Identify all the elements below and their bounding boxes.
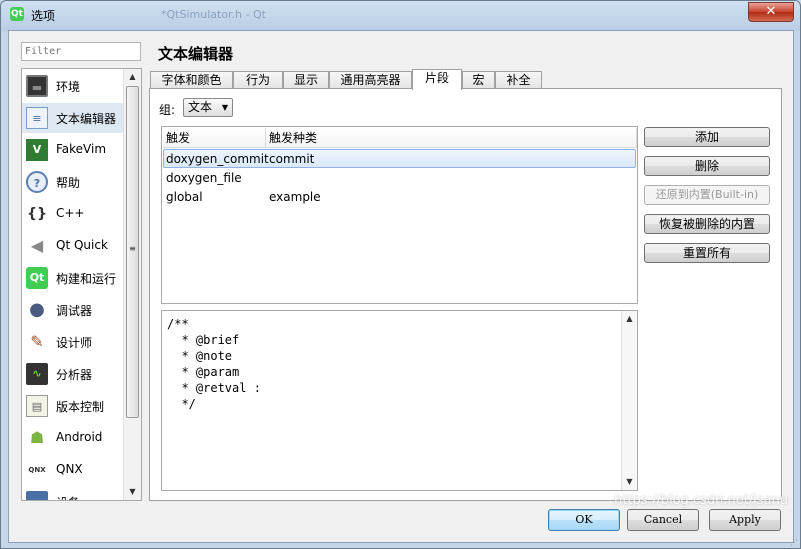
analyzer-icon: ∿ xyxy=(26,363,48,385)
category-scrollbar[interactable]: ▲ ≡ ▼ xyxy=(123,69,141,500)
sidebar-item[interactable]: V FakeVim xyxy=(22,135,123,165)
sidebar-item[interactable]: ◀ Qt Quick xyxy=(22,231,123,261)
cancel-button[interactable]: Cancel xyxy=(627,509,699,531)
table-row[interactable]: doxygen_file xyxy=(163,169,636,188)
sidebar-item-label: Android xyxy=(56,430,103,444)
scroll-down-arrow-icon[interactable]: ▼ xyxy=(124,484,141,500)
category-list: ▬ 环境 ≡ 文本编辑器 V FakeVim? 帮助 {} C++ ◀ Qt Quick Qt 构建和运… xyxy=(21,68,142,501)
filter-input[interactable] xyxy=(21,42,141,61)
sidebar-item[interactable]: ▤ 版本控制 xyxy=(22,391,123,421)
qnx-icon: QNX xyxy=(28,466,46,474)
sidebar-item-label: FakeVim xyxy=(56,142,107,156)
sidebar-item[interactable]: ● 调试器 xyxy=(22,295,123,325)
code-line: */ xyxy=(167,397,196,411)
sidebar-item[interactable]: ☗ Android xyxy=(22,423,123,453)
help-icon: ? xyxy=(26,171,48,193)
editor-scrollbar[interactable]: ▲ ▼ xyxy=(621,311,637,490)
sidebar-item-label: Qt Quick xyxy=(56,238,108,252)
code-line: * @note xyxy=(167,349,233,363)
sidebar-item[interactable]: ▬ 环境 xyxy=(22,71,123,101)
qt-quick-icon: ◀ xyxy=(30,236,44,255)
sidebar-item-label: 环境 xyxy=(56,80,81,94)
table-cell-trigger: doxygen_file xyxy=(166,171,242,185)
close-button[interactable]: ✕ xyxy=(748,2,794,22)
tab-display[interactable]: 显示 xyxy=(283,71,329,89)
background-window-title: *QtSimulator.h - Qt xyxy=(161,8,266,21)
tab-snippets[interactable]: 片段 xyxy=(412,69,462,90)
text-editor-icon: ≡ xyxy=(26,107,48,129)
scroll-up-arrow-icon[interactable]: ▲ xyxy=(124,69,141,85)
group-select[interactable]: 文本 ▼ xyxy=(183,98,233,117)
title-bar[interactable]: Qt 选项 *QtSimulator.h - Qt ✕ xyxy=(1,1,800,29)
ok-button[interactable]: OK xyxy=(548,509,620,531)
column-header-trigger-kind[interactable]: 触发种类 xyxy=(266,128,637,148)
debugger-icon: ● xyxy=(29,299,45,320)
qt-app-icon: Qt xyxy=(10,7,24,21)
table-cell-kind: example xyxy=(269,190,321,204)
monitor-icon: ▬ xyxy=(26,75,48,97)
fakevim-icon: V xyxy=(26,139,48,161)
revert-builtin-button[interactable]: 还原到内置(Built-in) xyxy=(644,185,770,205)
designer-icon: ✎ xyxy=(30,332,44,351)
group-select-value: 文本 xyxy=(188,100,213,114)
sidebar-item-label: 帮助 xyxy=(56,176,81,190)
add-button[interactable]: 添加 xyxy=(644,127,770,147)
table-cell-kind: commit xyxy=(269,152,315,166)
tab-macros[interactable]: 宏 xyxy=(462,71,495,89)
sidebar-item[interactable]: ? 帮助 xyxy=(22,167,123,197)
sidebar-item[interactable]: ✎ 设计师 xyxy=(22,327,123,357)
code-line: * @retval : xyxy=(167,381,261,395)
table-cell-trigger: global xyxy=(166,190,203,204)
chevron-down-icon: ▼ xyxy=(221,103,228,112)
sidebar-item[interactable]: ≡ 文本编辑器 xyxy=(22,103,123,133)
cpp-braces-icon: {} xyxy=(27,206,47,222)
android-icon: ☗ xyxy=(29,428,45,447)
column-header-trigger[interactable]: 触发 xyxy=(163,128,266,148)
scroll-up-arrow-icon[interactable]: ▲ xyxy=(622,311,637,327)
table-row[interactable]: global example xyxy=(163,188,636,207)
sidebar-item-label: C++ xyxy=(56,206,85,220)
remove-button[interactable]: 删除 xyxy=(644,156,770,176)
tab-behavior[interactable]: 行为 xyxy=(233,71,283,89)
sidebar-item-label: QNX xyxy=(56,462,83,476)
tab-fonts-colors[interactable]: 字体和颜色 xyxy=(150,71,233,89)
table-row[interactable]: doxygen_commit commit xyxy=(163,149,636,168)
scrollbar-grip-icon: ≡ xyxy=(129,244,136,253)
apply-button[interactable]: Apply xyxy=(709,509,781,531)
sidebar-item-label: 调试器 xyxy=(56,304,93,318)
code-line: * @brief xyxy=(167,333,240,347)
sidebar-item-label: 版本控制 xyxy=(56,400,105,414)
snippets-table: 触发 触发种类 doxygen_commit commit doxygen_fi… xyxy=(161,126,638,304)
options-dialog: Qt 选项 *QtSimulator.h - Qt ✕ ▬ 环境 ≡ 文本编辑器 V Fa… xyxy=(0,0,801,549)
version-control-icon: ▤ xyxy=(26,395,48,417)
table-cell-trigger: doxygen_commit xyxy=(166,152,269,166)
snippets-tab-pane: 组: 文本 ▼ 触发 触发种类 doxygen_commit commit do… xyxy=(149,88,782,501)
reset-all-button[interactable]: 重置所有 xyxy=(644,243,770,263)
dialog-client-area: ▬ 环境 ≡ 文本编辑器 V FakeVim? 帮助 {} C++ ◀ Qt Quick Qt 构建和运… xyxy=(8,30,794,543)
code-line: * @param xyxy=(167,365,240,379)
sidebar-item-label: 设备 xyxy=(56,494,80,500)
device-icon: ▭ xyxy=(26,491,48,500)
build-run-icon: Qt xyxy=(26,267,48,289)
restore-removed-builtins-button[interactable]: 恢复被删除的内置 xyxy=(644,214,770,234)
sidebar-item-label: 文本编辑器 xyxy=(56,112,117,126)
sidebar-item-label: 构建和运行 xyxy=(56,272,117,286)
tab-generic-highlighter[interactable]: 通用高亮器 xyxy=(329,71,412,89)
sidebar-item[interactable]: ∿ 分析器 xyxy=(22,359,123,389)
watermark: https://blog.csdn.net/jsanu xyxy=(614,493,788,508)
sidebar-item[interactable]: QNX QNX xyxy=(22,455,123,485)
window-title: 选项 xyxy=(31,9,56,23)
sidebar-item[interactable]: Qt 构建和运行 xyxy=(22,263,123,293)
code-line: /** xyxy=(167,317,189,331)
snippet-editor[interactable]: /** * @brief * @note * @param * @retval … xyxy=(161,310,638,491)
sidebar-item[interactable]: {} C++ xyxy=(22,199,123,229)
sidebar-item-label: 设计师 xyxy=(56,336,93,350)
tab-completion[interactable]: 补全 xyxy=(495,71,542,89)
scroll-down-arrow-icon[interactable]: ▼ xyxy=(622,474,637,490)
size-grip-icon[interactable]: ⋰ xyxy=(790,538,800,548)
page-title: 文本编辑器 xyxy=(158,45,234,63)
group-label: 组: xyxy=(159,103,176,117)
sidebar-item[interactable]: ▭ 设备 xyxy=(22,487,123,500)
sidebar-item-label: 分析器 xyxy=(56,368,93,382)
